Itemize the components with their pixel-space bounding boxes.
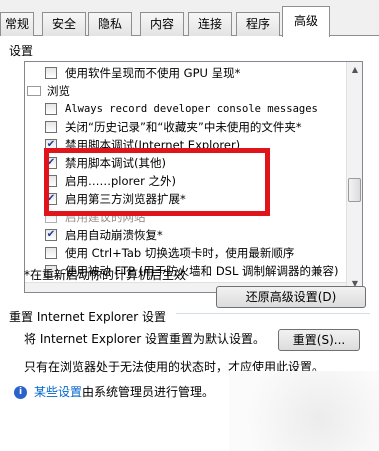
some-settings-link[interactable]: 某些设置 [34,385,82,399]
tab-label: 隐私 [97,17,122,31]
group-divider [176,313,370,314]
checkbox[interactable]: ✔ [45,139,57,151]
folder-icon [27,86,41,96]
tab-connections[interactable]: 连接 [188,12,232,36]
scroll-up-icon[interactable]: ▲ [347,62,362,78]
tree-folder-label: 浏览 [47,84,70,98]
blurred-region [229,371,379,451]
tree-item-label: Always record developer console messages [65,103,318,115]
tab-label: 程序 [245,17,270,31]
tab-label: 常规 [4,17,29,31]
checkbox[interactable] [45,247,57,259]
checkbox[interactable] [45,67,57,79]
tab-security[interactable]: 安全 [42,12,86,36]
info-icon: i [14,386,27,399]
settings-label: 设置 [9,44,34,58]
checkbox[interactable] [45,121,57,133]
tab-general[interactable]: 常规 [0,12,34,36]
tree-item-label: 禁用脚本调试(Internet Explorer) [65,138,241,152]
tree-item-enable-partial[interactable]: 启用……plorer 之外) [25,173,345,189]
checkbox[interactable]: ✔ [45,229,57,241]
settings-tree[interactable]: 使用软件呈现而不使用 GPU 呈现* 浏览 Always record deve… [24,61,363,293]
tab-programs[interactable]: 程序 [236,12,280,36]
tab-label: 高级 [293,14,318,28]
tab-privacy[interactable]: 隐私 [88,12,132,36]
tree-item-label: 启用……plorer 之外) [65,174,176,188]
tree-item-label: 启用第三方浏览器扩展* [65,192,186,206]
vertical-scrollbar[interactable]: ▲ ▼ [346,62,362,292]
tree-item-label: 关闭“历史记录”和“收藏夹”中未使用的文件夹* [65,120,302,134]
tree-folder-browsing[interactable]: 浏览 [25,83,345,99]
tree-item-crash-recovery[interactable]: ✔ 启用自动崩溃恢复* [25,227,345,243]
tree-item-label: 使用 Ctrl+Tab 切换选项卡时，使用最新顺序 [65,246,295,260]
scroll-thumb[interactable] [348,178,361,202]
managed-text: 由系统管理员进行管理。 [82,385,215,399]
tree-item-label: 使用软件呈现而不使用 GPU 呈现* [65,66,241,80]
tree-item-disable-script-debug-other[interactable]: ✔ 禁用脚本调试(其他) [25,155,345,171]
tab-advanced[interactable]: 高级 [282,6,330,37]
tree-item-third-party-extensions[interactable]: ✔ 启用第三方浏览器扩展* [25,191,345,207]
tree-item-label: 禁用脚本调试(其他) [65,156,166,170]
restore-advanced-settings-button[interactable]: 还原高级设置(D) [216,286,366,308]
checkbox[interactable] [45,103,57,115]
restart-note: *在重新启动你的计算机后生效 [24,268,187,282]
tab-strip: 常规 安全 隐私 内容 连接 程序 高级 [0,0,379,37]
reset-description: 将 Internet Explorer 设置重置为默认设置。 [24,332,266,346]
tab-content[interactable]: 内容 [140,12,184,36]
reset-button[interactable]: 重置(S)... [278,329,360,351]
advanced-panel: 设置 使用软件呈现而不使用 GPU 呈现* 浏览 Always record d… [0,36,379,451]
tree-item-label: 启用自动崩溃恢复* [65,228,163,242]
tab-label: 安全 [51,17,76,31]
checkbox [45,211,57,223]
tree-item-console-messages[interactable]: Always record developer console messages [25,101,345,117]
tree-item-suggested-sites: 启用建议的网站 [25,209,345,225]
tree-item-gpu-render[interactable]: 使用软件呈现而不使用 GPU 呈现* [25,65,345,81]
tree-item-ctrl-tab-order[interactable]: 使用 Ctrl+Tab 切换选项卡时，使用最新顺序 [25,245,345,261]
tab-label: 连接 [197,17,222,31]
tab-label: 内容 [149,17,174,31]
tree-item-label: 启用建议的网站 [65,210,146,224]
checkbox[interactable]: ✔ [45,157,57,169]
checkbox[interactable] [45,175,57,187]
tree-item-disable-script-debug-ie[interactable]: ✔ 禁用脚本调试(Internet Explorer) [25,137,345,153]
reset-group-label: 重置 Internet Explorer 设置 [9,310,167,324]
checkbox[interactable]: ✔ [45,193,57,205]
tree-item-close-unused-folders[interactable]: 关闭“历史记录”和“收藏夹”中未使用的文件夹* [25,119,345,135]
